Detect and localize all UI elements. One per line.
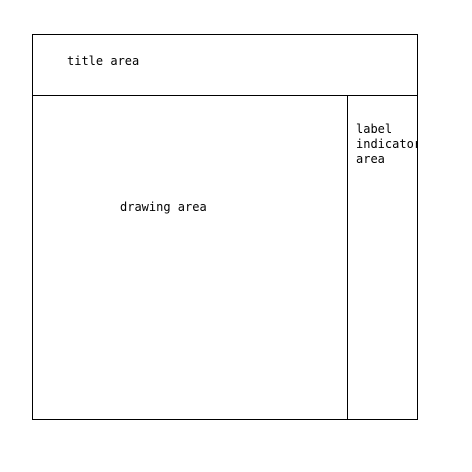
label-indicator-line-3: area xyxy=(356,152,385,166)
label-indicator-line-1: label xyxy=(356,122,393,136)
drawing-area-label: drawing area xyxy=(120,200,207,214)
layout-diagram: title area drawing area label indicator … xyxy=(32,34,418,420)
drawing-area-box: drawing area xyxy=(33,95,348,420)
title-area-label: title area xyxy=(67,54,140,68)
title-area-box: title area xyxy=(33,35,417,96)
label-indicator-line-2: indicator xyxy=(356,137,417,151)
label-indicator-area-box: label indicator area xyxy=(348,95,417,420)
